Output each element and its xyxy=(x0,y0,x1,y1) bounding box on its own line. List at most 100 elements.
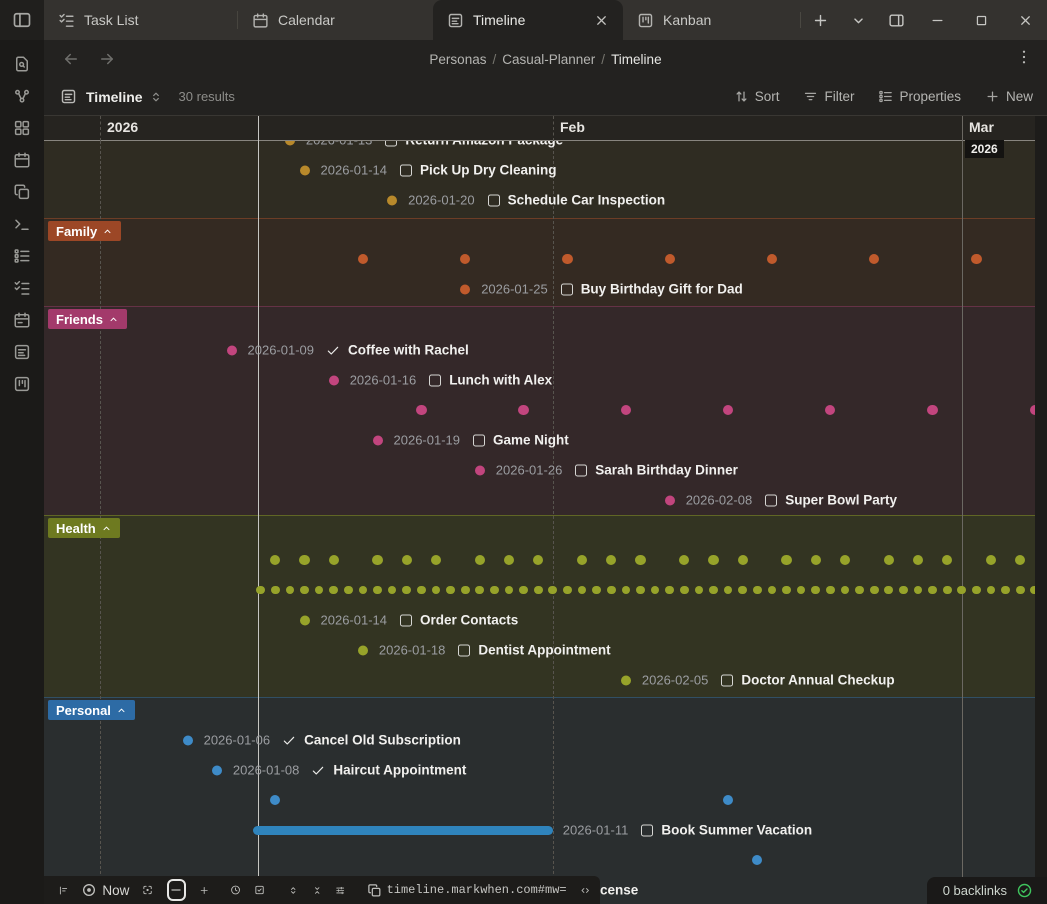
event-checkbox[interactable] xyxy=(400,164,412,176)
fit-view-button[interactable] xyxy=(142,882,153,898)
timeline-event[interactable]: 2026-02-05Doctor Annual Checkup xyxy=(621,673,895,688)
event-checkbox[interactable] xyxy=(473,434,485,446)
ribbon-task-checks-button[interactable] xyxy=(7,272,37,304)
timeline-event[interactable]: 2026-01-06Cancel Old Subscription xyxy=(183,733,461,748)
recurring-event-dot[interactable] xyxy=(461,586,470,595)
timeline-event[interactable]: 2026-01-09Coffee with Rachel xyxy=(227,343,469,358)
recurring-event-dot[interactable] xyxy=(1016,586,1025,595)
ribbon-calendar-button[interactable] xyxy=(7,144,37,176)
event-checkbox[interactable] xyxy=(575,464,587,476)
recurring-event-dot[interactable] xyxy=(680,586,689,595)
event-checkbox[interactable] xyxy=(561,283,573,295)
new-item-button[interactable]: New xyxy=(985,89,1033,104)
event-checkbox[interactable] xyxy=(721,674,733,686)
clock-button[interactable] xyxy=(230,882,241,898)
ribbon-timeline-note-button[interactable] xyxy=(7,336,37,368)
event-checkbox[interactable] xyxy=(458,644,470,656)
recurring-event-dot[interactable] xyxy=(271,586,280,595)
maximize-button[interactable] xyxy=(959,0,1003,40)
close-tab-icon[interactable] xyxy=(594,13,609,28)
recurring-event-dot[interactable] xyxy=(344,586,353,595)
tab-task-list[interactable]: Task List xyxy=(44,0,237,40)
timeline-event[interactable]: 2026-01-14Order Contacts xyxy=(300,613,519,628)
view-name[interactable]: Timeline xyxy=(86,89,143,105)
tab-calendar[interactable]: Calendar xyxy=(238,0,433,40)
recurring-event-dot[interactable] xyxy=(753,586,762,595)
toggle-left-sidebar-button[interactable] xyxy=(0,0,44,40)
properties-button[interactable]: Properties xyxy=(878,89,961,104)
sort-button[interactable]: Sort xyxy=(734,89,780,104)
ribbon-terminal-button[interactable] xyxy=(7,208,37,240)
recurring-event-dot[interactable] xyxy=(781,555,791,565)
recurring-event-dot[interactable] xyxy=(738,555,748,565)
tab-list-button[interactable] xyxy=(839,0,877,40)
toggle-right-sidebar-button[interactable] xyxy=(877,0,915,40)
recurring-event-dot[interactable] xyxy=(563,586,572,595)
density-button[interactable] xyxy=(335,883,345,898)
event-range-bar[interactable] xyxy=(253,826,552,835)
recurring-event-dot[interactable] xyxy=(943,586,952,595)
breadcrumb-item[interactable]: Personas xyxy=(429,52,486,67)
completed-toggle-button[interactable] xyxy=(254,882,265,898)
timeline-event[interactable]: 2026-01-08Haircut Appointment xyxy=(212,763,467,778)
recurring-event-dot[interactable] xyxy=(416,405,426,415)
backlinks-pill[interactable]: 0 backlinks xyxy=(927,877,1047,904)
recurring-event-dot[interactable] xyxy=(636,586,645,595)
event-checkbox[interactable] xyxy=(429,374,441,386)
recurring-event-dot[interactable] xyxy=(562,254,572,264)
recurring-event-dot[interactable] xyxy=(402,555,412,565)
timeline-canvas[interactable]: 2026FebMar20262026-01-13Return Amazon Pa… xyxy=(44,116,1047,904)
zoom-in-button[interactable] xyxy=(199,883,209,898)
breadcrumb-item[interactable]: Casual-Planner xyxy=(502,52,595,67)
recurring-event-dot[interactable] xyxy=(300,586,309,595)
ribbon-graph-button[interactable] xyxy=(7,80,37,112)
recurring-event-dot[interactable] xyxy=(927,405,937,415)
copy-link-button[interactable]: timeline.markwhen.com#mw= xyxy=(367,883,567,898)
recurring-event-dot[interactable] xyxy=(708,555,718,565)
event-checkbox[interactable] xyxy=(488,194,500,206)
timeline-event[interactable]: 2026-01-14Pick Up Dry Cleaning xyxy=(300,163,557,178)
tab-timeline[interactable]: Timeline xyxy=(433,0,623,40)
group-badge-personal[interactable]: Personal xyxy=(48,700,135,720)
recurring-event-dot[interactable] xyxy=(971,254,981,264)
recurring-event-dot[interactable] xyxy=(373,586,382,595)
recurring-event-dot[interactable] xyxy=(417,586,426,595)
recurring-event-dot[interactable] xyxy=(329,555,339,565)
collapse-rows-button[interactable] xyxy=(312,883,322,898)
filter-button[interactable]: Filter xyxy=(803,89,854,104)
recurring-event-dot[interactable] xyxy=(534,586,543,595)
timeline-event[interactable]: 2026-01-19Game Night xyxy=(373,433,569,448)
timeline-event[interactable]: 2026-01-20Schedule Car Inspection xyxy=(387,193,665,208)
event-checkbox[interactable] xyxy=(400,614,412,626)
expand-rows-button[interactable] xyxy=(288,883,298,898)
ribbon-calendar-range-button[interactable] xyxy=(7,304,37,336)
recurring-event-dot[interactable] xyxy=(607,586,616,595)
recurring-event-dot[interactable] xyxy=(635,555,645,565)
group-badge-family[interactable]: Family xyxy=(48,221,121,241)
recurring-event-dot[interactable] xyxy=(665,254,675,264)
ribbon-list-properties-button[interactable] xyxy=(7,240,37,272)
ribbon-kanban-board-button[interactable] xyxy=(7,368,37,400)
embed-code-button[interactable] xyxy=(580,883,590,898)
group-badge-friends[interactable]: Friends xyxy=(48,309,127,329)
group-badge-health[interactable]: Health xyxy=(48,518,120,538)
recurring-event-dot[interactable] xyxy=(899,586,908,595)
recurring-event-dot[interactable] xyxy=(372,555,382,565)
recurring-event-dot[interactable] xyxy=(826,586,835,595)
timeline-event[interactable]: 2026-01-11Book Summer Vacation xyxy=(563,823,812,838)
timeline-event[interactable]: 2026-01-16Lunch with Alex xyxy=(329,373,553,388)
recurring-event-dot[interactable] xyxy=(782,586,791,595)
close-window-button[interactable] xyxy=(1003,0,1047,40)
recurring-event-dot[interactable] xyxy=(490,586,499,595)
view-switcher-icon[interactable] xyxy=(149,90,163,104)
breadcrumb-item-current[interactable]: Timeline xyxy=(611,52,662,67)
tab-kanban[interactable]: Kanban xyxy=(623,0,763,40)
recurring-event-dot[interactable] xyxy=(475,555,485,565)
timeline-event[interactable]: 2026-02-08Super Bowl Party xyxy=(665,493,897,508)
ribbon-dashboard-button[interactable] xyxy=(7,112,37,144)
event-checkbox[interactable] xyxy=(641,824,653,836)
recurring-event-dot[interactable] xyxy=(972,586,981,595)
recurring-event-dot[interactable] xyxy=(870,586,879,595)
now-button[interactable]: Now xyxy=(81,882,129,898)
ribbon-file-search-button[interactable] xyxy=(7,48,37,80)
